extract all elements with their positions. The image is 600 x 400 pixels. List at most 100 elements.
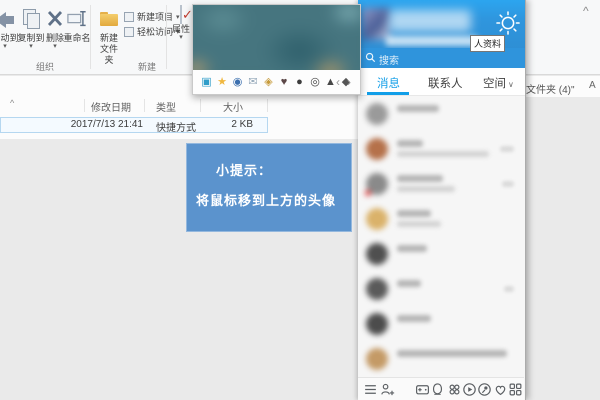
contact-name-blurred (397, 105, 439, 112)
file-list: ^ 修改日期 类型 大小 2017/7/13 21:41 快捷方式 2 KB (0, 97, 362, 139)
mail-badge[interactable]: ✉ (247, 76, 260, 89)
next-arrow-icon[interactable]: › (347, 75, 351, 89)
add-contact-icon[interactable] (380, 382, 395, 397)
tip-box: 小提示： 将鼠标移到上方的头像 (186, 143, 352, 232)
qq-vip-badge[interactable]: ▣ (200, 76, 213, 89)
prev-arrow-icon[interactable]: ‹ (336, 75, 340, 89)
contact-message-blurred (397, 221, 441, 227)
conversation-item[interactable] (358, 306, 524, 341)
conversation-item[interactable] (358, 341, 524, 376)
search-box-text[interactable]: 文件夹 (4)" (526, 81, 575, 96)
tab-space[interactable]: 空间 ∨ (483, 75, 514, 91)
column-header-type[interactable]: 类型 (156, 99, 176, 114)
unread-dot (365, 365, 371, 371)
contact-avatar (365, 102, 388, 126)
game-center-icon[interactable] (415, 382, 430, 397)
qq-tab-bar: 消息 联系人 空间 ∨ (358, 68, 525, 96)
contact-avatar (365, 172, 388, 196)
active-tab-underline (367, 92, 409, 95)
video-play-icon[interactable] (462, 382, 477, 397)
conversation-item[interactable] (358, 96, 524, 131)
column-separator[interactable] (144, 99, 145, 112)
qq-game-icon[interactable] (430, 382, 445, 397)
tip-title: 小提示： (216, 163, 273, 178)
copy-to-icon (21, 8, 41, 30)
contact-avatar (365, 137, 388, 161)
weather-sun-icon[interactable] (495, 10, 521, 36)
app-grid-icon[interactable] (508, 382, 523, 397)
tab-messages[interactable]: 消息 (377, 75, 400, 91)
tab-contacts[interactable]: 联系人 (428, 75, 463, 91)
contact-message-blurred (397, 151, 489, 157)
qq-bottom-toolbar (358, 377, 524, 400)
new-folder-icon (99, 8, 119, 30)
profile-hover-card: ▣ ★ ◉ ✉ ◈ ♥ ● ◎ ▲ ◆ ‹ › (192, 4, 361, 95)
file-type: 快捷方式 (156, 123, 196, 134)
conversation-list (358, 96, 524, 377)
new-item-icon (124, 11, 134, 22)
qq-window: 人资料 搜索 消息 联系人 空间 ∨ (358, 0, 526, 400)
rename-button[interactable]: 重命名 (62, 6, 92, 62)
yellow-diamond-badge[interactable]: ◈ (262, 76, 275, 89)
conversation-item[interactable] (358, 131, 524, 166)
conversation-item[interactable] (358, 271, 524, 306)
contact-name-blurred (397, 210, 431, 217)
chevron-down-icon: ∨ (508, 80, 514, 89)
unread-dot (365, 295, 371, 301)
properties-button[interactable]: 属性 ▾ (168, 5, 194, 62)
unread-dot (365, 225, 371, 231)
column-separator[interactable] (200, 99, 201, 112)
new-folder-button[interactable]: 新建 文件夹 (96, 6, 122, 65)
blue-diamond-badge[interactable]: ◉ (231, 76, 244, 89)
contact-name-blurred (397, 175, 443, 182)
profile-photo-blurred[interactable] (193, 5, 360, 70)
music-badge[interactable]: ◎ (309, 76, 322, 89)
ribbon-collapse-icon[interactable]: ^ (583, 4, 589, 18)
penguin-badge[interactable]: ● (293, 76, 306, 89)
contact-time-blurred (500, 145, 514, 152)
search-box-end-glyph: A (589, 80, 596, 91)
contact-avatar (365, 207, 388, 231)
ribbon-separator (90, 5, 91, 69)
conversation-item[interactable] (358, 201, 524, 236)
search-placeholder: 搜索 (379, 56, 399, 67)
couple-space-badge[interactable]: ♥ (278, 76, 291, 89)
contact-name-blurred (397, 280, 421, 287)
file-size: 2 KB (231, 119, 253, 130)
column-header-modified[interactable]: 修改日期 (91, 99, 131, 114)
signature-blurred[interactable] (386, 36, 478, 46)
sort-ascending-icon[interactable]: ^ (10, 98, 14, 108)
contact-time-blurred (502, 180, 514, 187)
unread-dot (365, 189, 371, 196)
conversation-item[interactable] (358, 236, 524, 271)
unread-dot (365, 260, 371, 266)
column-header-size[interactable]: 大小 (200, 99, 243, 114)
clover-icon[interactable] (447, 382, 462, 397)
column-separator[interactable] (267, 99, 268, 112)
unread-dot (365, 155, 371, 161)
properties-icon (180, 5, 182, 24)
browser-ball-icon[interactable] (477, 382, 492, 397)
contact-name-blurred (397, 245, 427, 252)
unread-dot (365, 120, 371, 126)
file-modified-date: 2017/7/13 21:41 (70, 119, 143, 130)
ribbon-separator (166, 5, 167, 69)
column-separator[interactable] (84, 99, 85, 112)
tip-text: 将鼠标移到上方的头像 (196, 193, 337, 208)
new-group-label-text: 新建 (137, 62, 156, 72)
contact-time-blurred (504, 285, 514, 292)
conversation-item[interactable] (358, 166, 524, 201)
organize-group-label: 组织 (35, 62, 54, 72)
contact-avatar (365, 312, 388, 336)
screen: 移动到 ▾ 复制到 ▾ 删除 ▾ 重命名 组织 新建 文件夹 (0, 0, 600, 400)
star-level-badge[interactable]: ★ (216, 76, 229, 89)
main-menu-icon[interactable] (363, 382, 378, 397)
contact-avatar (365, 277, 388, 301)
contact-name-blurred (397, 350, 507, 357)
contact-name-blurred (397, 140, 423, 147)
heart-care-icon[interactable] (493, 382, 508, 397)
search-icon (365, 52, 376, 63)
unread-dot (365, 330, 371, 336)
file-row[interactable]: 2017/7/13 21:41 快捷方式 2 KB (0, 117, 268, 134)
contact-message-blurred (397, 186, 455, 192)
